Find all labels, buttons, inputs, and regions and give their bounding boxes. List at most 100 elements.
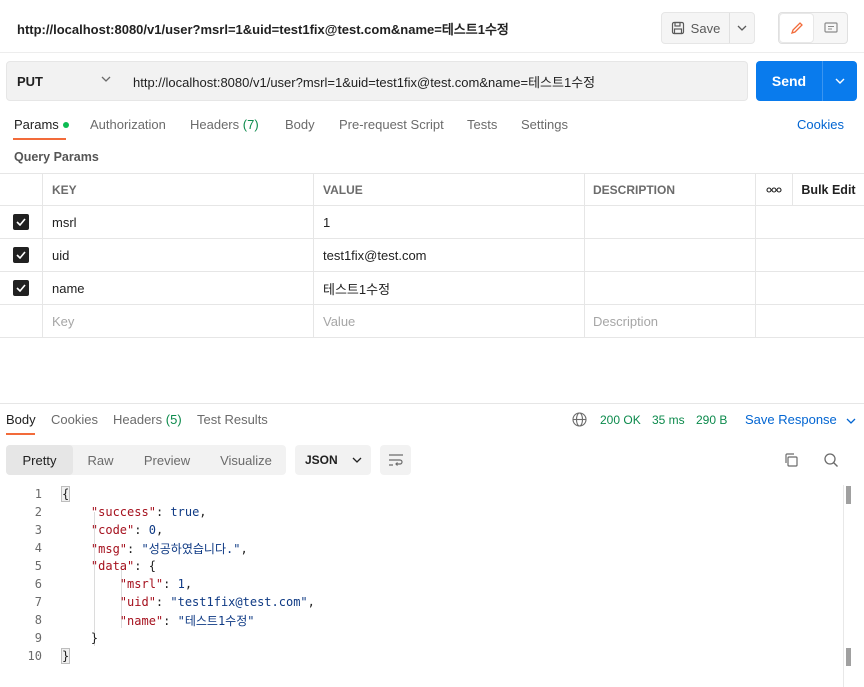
- line-number: 2: [34, 505, 42, 519]
- code-line: 3 "code": 0,: [0, 521, 845, 539]
- json-key: "success": [90, 505, 156, 519]
- edit-mode-button[interactable]: [779, 13, 814, 43]
- new-description-input[interactable]: Description: [585, 305, 756, 337]
- editor-mode-toggle: [778, 12, 848, 44]
- table-row: msrl 1: [0, 206, 864, 239]
- response-tab-headers-label: Headers: [113, 412, 163, 427]
- response-size[interactable]: 290 B: [696, 413, 727, 427]
- line-number: 3: [34, 523, 42, 537]
- row-checkbox[interactable]: [13, 280, 29, 296]
- scrollbar-marker: [846, 648, 851, 666]
- row-checkbox-cell: [0, 272, 43, 304]
- status-code[interactable]: 200 OK: [600, 413, 641, 427]
- response-tab-headers-count: (5): [165, 412, 182, 427]
- tab-authorization[interactable]: Authorization: [90, 117, 166, 132]
- json-value: "테스트1수정": [177, 613, 255, 628]
- active-response-tab-indicator: [6, 433, 35, 435]
- response-tab-test-results[interactable]: Test Results: [197, 412, 268, 427]
- param-description[interactable]: [585, 272, 756, 304]
- response-tab-headers[interactable]: Headers (5): [113, 412, 182, 427]
- check-icon: [16, 218, 26, 226]
- code-line: 5 "data": {: [0, 557, 845, 575]
- line-number: 5: [34, 559, 42, 573]
- view-preview-button[interactable]: Preview: [128, 445, 206, 475]
- scrollbar-thumb[interactable]: [846, 486, 851, 504]
- tab-headers-label: Headers: [190, 117, 240, 132]
- tab-prerequest-script[interactable]: Pre-request Script: [339, 117, 444, 132]
- chevron-down-icon: [835, 78, 845, 84]
- save-icon: [671, 21, 684, 35]
- send-button[interactable]: Send: [756, 61, 823, 101]
- param-value[interactable]: test1fix@test.com: [314, 239, 585, 271]
- tab-settings[interactable]: Settings: [521, 117, 568, 132]
- row-spacer: [756, 272, 864, 304]
- param-key[interactable]: uid: [43, 239, 314, 271]
- code-line: 7 "uid": "test1fix@test.com",: [0, 593, 845, 611]
- row-checkbox-cell: [0, 305, 43, 337]
- line-number: 4: [34, 541, 42, 555]
- table-row: name 테스트1수정: [0, 272, 864, 305]
- globe-icon[interactable]: [572, 412, 587, 430]
- format-select[interactable]: JSON: [295, 445, 371, 475]
- tab-tests[interactable]: Tests: [467, 117, 497, 132]
- method-select[interactable]: PUT: [6, 61, 122, 101]
- param-value[interactable]: 테스트1수정: [314, 272, 585, 304]
- request-title[interactable]: http://localhost:8080/v1/user?msrl=1&uid…: [17, 19, 509, 38]
- comments-mode-button[interactable]: [814, 13, 847, 43]
- response-time[interactable]: 35 ms: [652, 413, 685, 427]
- line-number: 10: [27, 649, 42, 663]
- param-key[interactable]: name: [43, 272, 314, 304]
- param-description[interactable]: [585, 206, 756, 238]
- pane-divider[interactable]: [0, 403, 864, 404]
- line-number: 8: [34, 613, 42, 627]
- bulk-edit-button[interactable]: Bulk Edit: [793, 174, 864, 205]
- wrap-lines-button[interactable]: [380, 445, 411, 475]
- more-options-button[interactable]: [756, 174, 793, 205]
- view-pretty-button[interactable]: Pretty: [6, 445, 73, 475]
- close-brace: }: [60, 648, 71, 664]
- row-spacer: [756, 239, 864, 271]
- tab-params-label: Params: [14, 117, 59, 132]
- new-key-input[interactable]: Key: [43, 305, 314, 337]
- view-raw-button[interactable]: Raw: [73, 445, 128, 475]
- table-header-row: KEY VALUE DESCRIPTION Bulk Edit: [0, 173, 864, 206]
- table-row: uid test1fix@test.com: [0, 239, 864, 272]
- url-input[interactable]: http://localhost:8080/v1/user?msrl=1&uid…: [121, 61, 748, 101]
- header-divider: [0, 52, 864, 53]
- tab-body[interactable]: Body: [285, 117, 315, 132]
- tab-params[interactable]: Params: [14, 117, 69, 132]
- tab-headers[interactable]: Headers (7): [190, 117, 259, 132]
- response-body-code[interactable]: 1{ 2 "success": true, 3 "code": 0, 4 "ms…: [0, 485, 845, 665]
- response-tab-body[interactable]: Body: [6, 412, 36, 427]
- line-number: 7: [34, 595, 42, 609]
- new-value-input[interactable]: Value: [314, 305, 585, 337]
- param-key[interactable]: msrl: [43, 206, 314, 238]
- response-tab-cookies[interactable]: Cookies: [51, 412, 98, 427]
- query-params-table: KEY VALUE DESCRIPTION Bulk Edit msrl 1 u…: [0, 173, 864, 338]
- code-line: 9 }: [0, 629, 845, 647]
- column-header-key: KEY: [43, 174, 314, 205]
- save-button-group: Save: [661, 12, 755, 44]
- copy-icon[interactable]: [783, 452, 799, 471]
- save-response-button[interactable]: Save Response: [745, 412, 856, 427]
- param-value[interactable]: 1: [314, 206, 585, 238]
- column-header-description: DESCRIPTION: [585, 174, 756, 205]
- code-line: 1{: [0, 485, 845, 503]
- pencil-icon: [790, 22, 803, 35]
- param-description[interactable]: [585, 239, 756, 271]
- view-visualize-button[interactable]: Visualize: [206, 445, 286, 475]
- line-number: 1: [34, 487, 42, 501]
- json-value: 0: [148, 523, 156, 537]
- row-spacer: [756, 206, 864, 238]
- cookies-link[interactable]: Cookies: [797, 117, 844, 132]
- row-checkbox[interactable]: [13, 214, 29, 230]
- save-label: Save: [690, 20, 721, 36]
- search-icon[interactable]: [823, 452, 839, 471]
- json-key: "uid": [119, 595, 156, 609]
- comment-icon: [823, 21, 838, 33]
- save-options-button[interactable]: [730, 13, 754, 43]
- send-options-button[interactable]: [823, 61, 857, 101]
- save-button[interactable]: Save: [662, 13, 730, 43]
- send-button-group: Send: [756, 61, 857, 101]
- row-checkbox[interactable]: [13, 247, 29, 263]
